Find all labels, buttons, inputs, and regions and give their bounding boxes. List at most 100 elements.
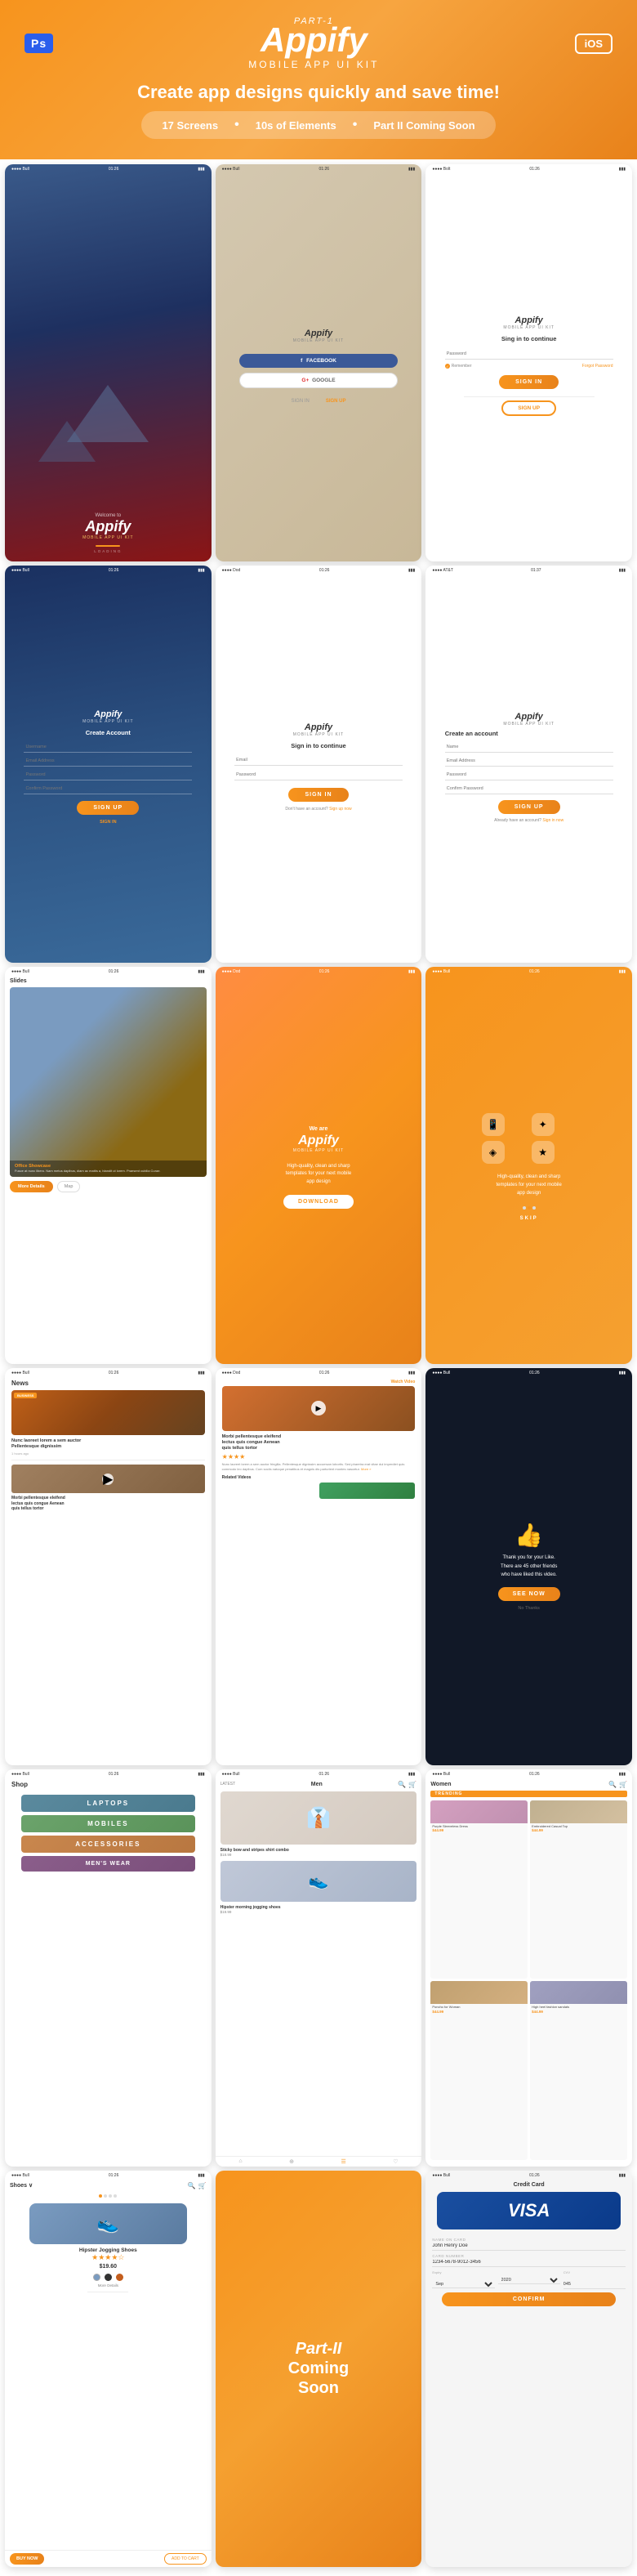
- part2-content: Part-II ComingSoon: [228, 2183, 410, 2556]
- signup-now-link[interactable]: Sign up now: [329, 807, 352, 812]
- google-label: GOOGLE: [312, 378, 336, 383]
- womens-product-grid: Purple Sleeveless Dress $44.99 Embroider…: [430, 1800, 627, 2160]
- buy-now-btn[interactable]: BUY NOW: [10, 2553, 44, 2565]
- more-details-shoes[interactable]: More Details: [98, 2283, 118, 2288]
- shirt-price: $18.99: [220, 1853, 417, 1857]
- password-input-ca1[interactable]: [24, 770, 192, 780]
- womens-product-1[interactable]: Purple Sleeveless Dress $44.99: [430, 1800, 528, 1979]
- icon-1: 📱: [487, 1119, 499, 1130]
- video-play-icon[interactable]: ▶: [311, 1401, 326, 1415]
- cvv-block: CVV: [564, 2270, 626, 2289]
- tab-shop[interactable]: ☰: [341, 2158, 346, 2165]
- dl-appify: Appify: [298, 1134, 339, 1148]
- google-btn[interactable]: G+ GOOGLE: [239, 373, 398, 388]
- cart-icon-w[interactable]: 🛒: [619, 1781, 627, 1788]
- shop-menswear-item[interactable]: MEN'S WEAR: [21, 1856, 195, 1872]
- shop-laptops-item[interactable]: LAPTOPS: [21, 1795, 195, 1812]
- forgot-link[interactable]: Forgot Password: [582, 364, 613, 369]
- dot-2-active: [528, 1206, 531, 1210]
- t4: 01:26: [109, 568, 119, 573]
- watch-video: Watch Video: [222, 1380, 416, 1384]
- cart-icon[interactable]: 🛒: [408, 1781, 416, 1788]
- color-brown[interactable]: [116, 2274, 123, 2281]
- icon-block-3: ◈: [482, 1141, 505, 1164]
- expiry-year-select[interactable]: 2020: [498, 2277, 560, 2284]
- tab-profile[interactable]: ♡: [393, 2158, 398, 2165]
- search-icon-s[interactable]: 🔍: [188, 2182, 196, 2189]
- dl-kit: MOBILE APP UI KIT: [293, 1148, 344, 1153]
- search-icon-w[interactable]: 🔍: [608, 1781, 617, 1788]
- like-content: 👍 Thank you for your Like. There are 45 …: [425, 1368, 632, 1765]
- cart-icon-s[interactable]: 🛒: [198, 2182, 207, 2189]
- password-input[interactable]: [445, 349, 613, 360]
- signup-btn-ca2[interactable]: SIGN UP: [498, 800, 560, 814]
- womens-product-4[interactable]: High heel fashion sandals $44.99: [530, 1981, 627, 2159]
- time: 01:26: [109, 167, 119, 172]
- email-input[interactable]: [24, 756, 192, 767]
- news-content: News BUSINESS Nunc laoreet lorem a sem a…: [5, 1368, 212, 1765]
- password-si[interactable]: [234, 770, 403, 780]
- expiry-month-block: Expiry Sep: [432, 2270, 494, 2289]
- search-icon[interactable]: 🔍: [398, 1781, 406, 1788]
- loading-text: LOADING: [13, 549, 203, 553]
- skip-btn[interactable]: SKIP: [520, 1216, 538, 1221]
- shop-content: Shop LAPTOPS MOBILES ACCESSORIES MEN'S W…: [5, 1769, 212, 2167]
- shirt-product-image: 👔: [220, 1791, 417, 1845]
- sig13: ●●●● Bull: [11, 1772, 29, 1777]
- username-input[interactable]: [24, 742, 192, 753]
- screen-row-5: ●●●● Bull 01:26 ▮▮▮ Shop LAPTOPS MOBILES…: [5, 1769, 632, 2167]
- signup-btn[interactable]: SIGN UP: [501, 400, 556, 416]
- confirm-password-input[interactable]: [24, 784, 192, 794]
- email-si[interactable]: [234, 755, 403, 766]
- more-link[interactable]: More »: [361, 1467, 371, 1471]
- screens-container: ●●●● Bull 01:26 ▮▮▮ Welcome to Appify MO…: [0, 159, 637, 2576]
- color-blue[interactable]: [93, 2274, 100, 2281]
- cardholder-name-input[interactable]: [432, 2242, 626, 2251]
- screen-download: ●●●● Dod 01:26 ▮▮▮ We are Appify MOBILE …: [216, 967, 422, 1364]
- remember-check: ✓: [445, 364, 450, 369]
- download-content: We are Appify MOBILE APP UI KIT High-qua…: [216, 967, 422, 1364]
- card-number-input[interactable]: [432, 2258, 626, 2267]
- map-btn[interactable]: Map: [57, 1181, 81, 1192]
- signin-btn[interactable]: SIGN IN: [499, 375, 559, 389]
- no-thanks-link[interactable]: No Thanks: [518, 1606, 540, 1611]
- email-ca2[interactable]: [445, 756, 613, 767]
- cvv-input[interactable]: [564, 2280, 626, 2289]
- sb-7: ●●●● Bull 01:26 ▮▮▮: [5, 967, 212, 977]
- signup-link[interactable]: SIGN UP: [326, 399, 346, 404]
- battery: ▮▮▮: [198, 167, 204, 172]
- name-ca2[interactable]: [445, 742, 613, 753]
- signin-btn-si[interactable]: SIGN IN: [288, 788, 348, 802]
- download-btn[interactable]: DOWNLOAD: [283, 1195, 354, 1209]
- brand-title-block: PART-1 Appify MOBILE APP UI KIT: [248, 16, 379, 70]
- related-2: [319, 1483, 415, 1499]
- signin-now-link[interactable]: Sign in now: [542, 818, 564, 823]
- cpw-ca2[interactable]: [445, 784, 613, 794]
- shoes-header: Shoes ∨ 🔍 🛒: [10, 2182, 207, 2189]
- shoes-carousel-dots: [99, 2194, 117, 2198]
- womens-product-2[interactable]: Embroidered Casual Top $44.99: [530, 1800, 627, 1979]
- video-stars: ★★★★: [222, 1453, 416, 1460]
- fb-btn[interactable]: f FACEBOOK: [239, 354, 398, 368]
- add-to-cart-btn[interactable]: ADD TO CART: [164, 2553, 207, 2565]
- signin-link[interactable]: SIGN IN: [291, 399, 309, 404]
- tab-search[interactable]: ⊕: [289, 2158, 294, 2165]
- shop-mobiles-item[interactable]: MOBILES: [21, 1815, 195, 1832]
- confirm-btn[interactable]: CONFIRM: [442, 2292, 616, 2306]
- pw-ca2[interactable]: [445, 770, 613, 780]
- signal: ●●●● Bull: [11, 167, 29, 172]
- tab-home[interactable]: ⌂: [238, 2158, 242, 2165]
- shop-accessories-item[interactable]: ACCESSORIES: [21, 1836, 195, 1853]
- screen-social-login: ●●●● Bull 01:26 ▮▮▮ Appify MOBILE APP UI…: [216, 164, 422, 561]
- bat13: ▮▮▮: [198, 1772, 204, 1777]
- signin-link-ca1[interactable]: SIGN IN: [100, 820, 116, 825]
- color-black[interactable]: [105, 2274, 112, 2281]
- see-now-btn[interactable]: SEE NOW: [498, 1587, 560, 1601]
- loading-bar: [96, 545, 120, 547]
- t8: 01:26: [319, 969, 330, 974]
- shop-title: Shop: [11, 1781, 28, 1788]
- expiry-month-select[interactable]: Sep: [432, 2281, 494, 2288]
- more-details-btn[interactable]: More Details: [10, 1181, 53, 1192]
- signup-btn-ca1[interactable]: SIGN UP: [77, 801, 139, 815]
- womens-product-3[interactable]: Poncho for Woman $44.99: [430, 1981, 528, 2159]
